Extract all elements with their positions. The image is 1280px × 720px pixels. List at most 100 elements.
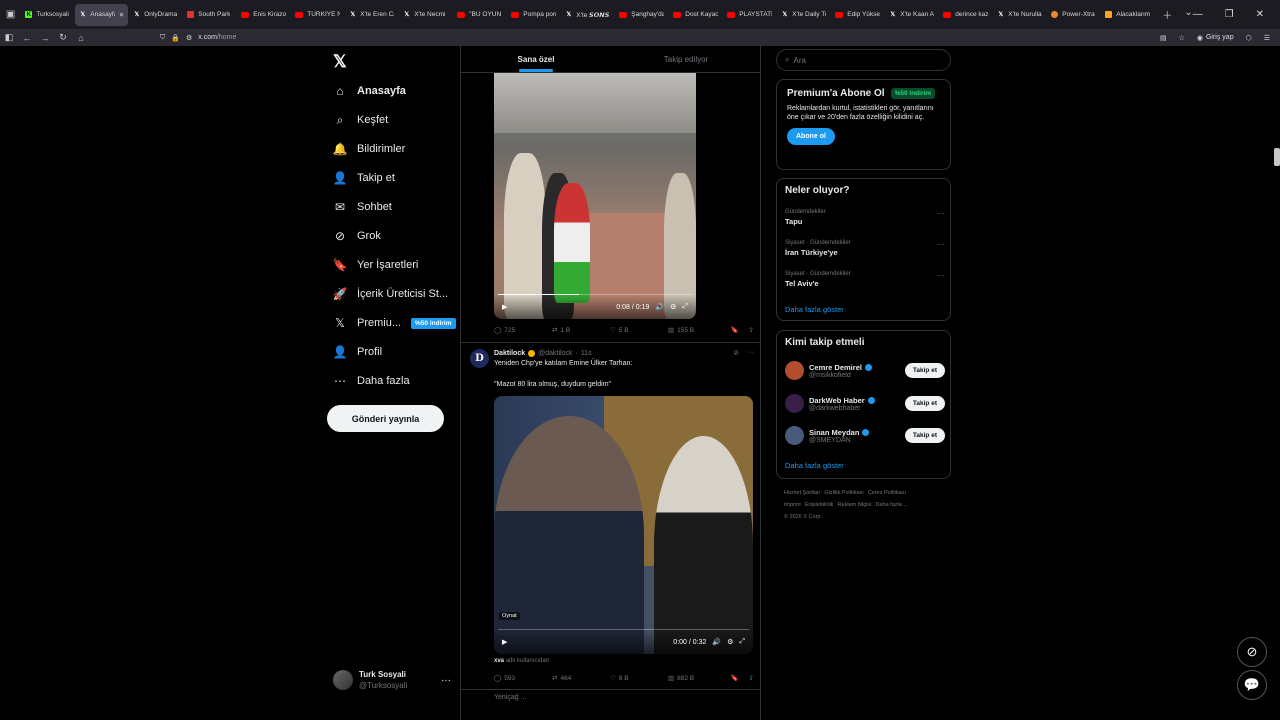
sidebar-toggle-icon[interactable]: ◧ — [0, 32, 18, 43]
nav-item[interactable]: ⊘ Grok — [333, 225, 381, 247]
back-icon[interactable]: ← — [18, 33, 36, 43]
nav-item[interactable]: 👤 Profil — [333, 341, 383, 363]
tweet-time[interactable]: 11s — [581, 350, 592, 357]
show-more-link[interactable]: Daha fazla göster — [785, 461, 844, 470]
tweet-video[interactable]: ▶ 0:08 / 0:19 🔊 ⚙ ⤢ — [494, 73, 696, 319]
reload-icon[interactable]: ↻ — [54, 32, 72, 43]
like-button[interactable]: ♡ 5 B — [610, 326, 668, 335]
more-icon[interactable]: ··· — [441, 675, 451, 686]
browser-tab[interactable]: Power-Xtra — [1047, 4, 1100, 26]
nav-item[interactable]: ✉ Sohbet — [333, 196, 392, 218]
repost-button[interactable]: ⇄ 1 B — [552, 326, 610, 335]
browser-tab[interactable]: 𝕏 X'te 𝙎𝙊𝙉𝙎 — [561, 4, 614, 26]
nav-item[interactable]: 🔖 Yer İşaretleri — [333, 254, 419, 276]
bookmark-icon[interactable]: 🔖 — [730, 674, 738, 682]
close-window-icon[interactable]: ✕ — [1256, 9, 1264, 20]
extensions-icon[interactable]: ⬡ — [1246, 34, 1252, 42]
reply-button[interactable]: ◯ 725 — [494, 326, 552, 335]
more-icon[interactable]: ··· — [937, 209, 945, 218]
browser-tab[interactable]: 𝕏 X'te Necmi — [399, 4, 452, 26]
browser-tab[interactable]: Şanghay'da — [615, 4, 668, 26]
footer-link[interactable]: Çerez Politikası — [868, 490, 906, 496]
nav-item[interactable]: 👤 Takip et — [333, 167, 395, 189]
browser-tab[interactable]: 𝕏 X'te Eren Ca — [345, 4, 398, 26]
minimize-icon[interactable]: — — [1193, 9, 1203, 20]
views-button[interactable]: ▥ 882 B — [668, 674, 726, 683]
footer-link[interactable]: Reklam bilgisi — [838, 502, 872, 508]
subscribe-button[interactable]: Abone ol — [787, 128, 835, 145]
nav-item[interactable]: ⌂ Anasayfa — [333, 80, 406, 102]
tab-following[interactable]: Takip edilyor — [611, 46, 760, 72]
browser-tab[interactable]: 𝕏 Anasayfa ✕ — [75, 3, 129, 26]
tab-list-icon[interactable]: ⌄ — [1184, 7, 1192, 22]
browser-tab[interactable]: Pompa porn — [507, 4, 560, 26]
footer-link[interactable]: © 2026 X Corp. — [784, 514, 822, 520]
settings-icon[interactable]: ⚙ — [670, 303, 676, 311]
more-icon[interactable]: ··· — [937, 271, 945, 280]
browser-tab[interactable]: South Park — [183, 4, 236, 26]
maximize-icon[interactable]: ❐ — [1225, 9, 1234, 20]
trend-item[interactable]: Siyaset · Gündemdekiler İran Türkiye'ye ··… — [785, 240, 945, 257]
follow-suggestion[interactable]: DarkWeb Haber @darkwebhaber Takip et — [785, 394, 945, 413]
follow-button[interactable]: Takip et — [904, 396, 945, 411]
forward-icon[interactable]: → — [36, 33, 54, 43]
more-icon[interactable]: ··· — [747, 349, 754, 357]
play-icon[interactable]: ▶ — [502, 303, 507, 311]
footer-link[interactable]: Imprint — [784, 502, 801, 508]
author-handle[interactable]: @daktilock — [538, 350, 572, 357]
browser-tab[interactable]: Enis Kirazoğ — [237, 4, 290, 26]
browser-tab[interactable]: 𝕏 X'te Kaan Ak — [885, 4, 938, 26]
volume-icon[interactable]: 🔊 — [712, 638, 721, 646]
browser-tab[interactable]: 𝕏 X'te Nurulla — [993, 4, 1046, 26]
nav-item[interactable]: 🔔 Bildirimler — [333, 138, 406, 160]
browser-tab[interactable]: 𝕏 X'te Daily Tu — [777, 4, 830, 26]
nav-item[interactable]: 🚀 İçerik Üreticisi St... — [333, 283, 449, 305]
browser-tab[interactable]: K Turksosyali — [21, 4, 74, 26]
browser-tab[interactable]: Edip Yüksel — [831, 4, 884, 26]
browser-tab[interactable]: 𝕏 OnlyDrama — [129, 4, 182, 26]
bookmark-star-icon[interactable]: ☆ — [1179, 34, 1185, 42]
trend-item[interactable]: Gündemdekiler Tapu ··· — [785, 209, 945, 226]
chat-icon[interactable]: 💬 — [1237, 670, 1267, 700]
nav-item[interactable]: ⌕ Keşfet — [333, 109, 389, 131]
browser-tab[interactable]: TÜRKİYE NA — [291, 4, 344, 26]
post-button[interactable]: Gönderi yayınla — [327, 405, 444, 432]
views-button[interactable]: ▥ 155 B — [668, 326, 726, 335]
home-browser-icon[interactable]: ⌂ — [72, 33, 90, 43]
scrollbar[interactable] — [1274, 148, 1280, 166]
share-icon[interactable]: ⇪ — [749, 674, 754, 682]
account-switcher[interactable]: Turk Sosyali @Turksosyali ··· — [333, 669, 451, 691]
grok-icon[interactable]: ⊘ — [1237, 637, 1267, 667]
follow-button[interactable]: Takip et — [904, 363, 945, 378]
footer-link[interactable]: Daha fazla ... — [875, 502, 907, 508]
repost-button[interactable]: ⇄ 464 — [552, 674, 610, 683]
volume-icon[interactable]: 🔊 — [655, 303, 664, 311]
close-tab-icon[interactable]: ✕ — [119, 11, 124, 19]
browser-tab[interactable]: derince kazı — [939, 4, 992, 26]
settings-icon[interactable]: ⚙ — [727, 638, 733, 646]
avatar[interactable]: D — [470, 349, 489, 368]
x-logo-icon[interactable]: 𝕏 — [333, 52, 347, 72]
fullscreen-icon[interactable]: ⤢ — [739, 638, 745, 646]
follow-suggestion[interactable]: Sinan Meydan @SMEYDAN Takip et — [785, 426, 945, 445]
new-tab-icon[interactable]: ＋ — [1162, 7, 1172, 22]
more-icon[interactable]: ··· — [937, 240, 945, 249]
address-bar[interactable]: ⛉ 🔒 ⚙ x.com/home — [160, 34, 236, 42]
credit-user[interactable]: xva — [494, 658, 504, 664]
footer-link[interactable]: Gizlilik Politikası — [824, 490, 863, 496]
browser-tab[interactable]: Alacaklarım — [1101, 4, 1154, 26]
follow-suggestion[interactable]: Cemre Demirel @msikkofield Takip et — [785, 361, 945, 380]
browser-tab[interactable]: PLAYSTATIC — [723, 4, 776, 26]
browser-tab[interactable]: Dost Kayaoğ — [669, 4, 722, 26]
tab-for-you[interactable]: Sana özel — [461, 46, 611, 72]
reply-button[interactable]: ◯ 593 — [494, 674, 552, 683]
footer-link[interactable]: Erişilebilirlik — [805, 502, 834, 508]
search-input[interactable]: ⌕ Ara — [776, 49, 951, 71]
share-icon[interactable]: ⇪ — [749, 326, 754, 334]
like-button[interactable]: ♡ 8 B — [610, 674, 668, 683]
footer-link[interactable]: Hizmet Şartları — [784, 490, 820, 496]
play-icon[interactable]: ▶ — [502, 638, 507, 646]
reader-view-icon[interactable]: ▤ — [1160, 34, 1167, 42]
menu-icon[interactable]: ☰ — [1264, 34, 1270, 42]
fullscreen-icon[interactable]: ⤢ — [682, 303, 688, 311]
